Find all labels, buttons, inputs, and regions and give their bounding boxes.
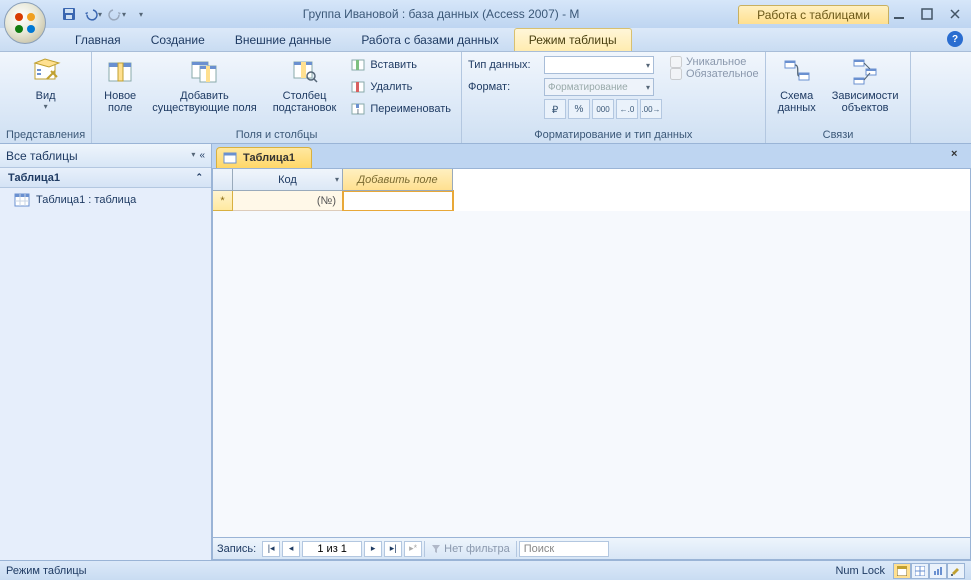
redo-icon[interactable]: ▾ — [106, 3, 128, 25]
status-numlock: Num Lock — [835, 565, 885, 577]
dropdown-icon: ▾ — [335, 175, 339, 184]
save-icon[interactable] — [58, 3, 80, 25]
rename-button[interactable]: I Переименовать — [346, 98, 455, 120]
svg-text:₽: ₽ — [552, 105, 559, 115]
add-existing-icon — [188, 56, 220, 88]
table-icon — [223, 151, 237, 165]
collapse-icon[interactable]: « — [199, 150, 205, 161]
prev-record-button[interactable]: ◂ — [282, 541, 300, 557]
document-tab-table1[interactable]: Таблица1 — [216, 147, 312, 168]
pivot-table-view-button[interactable] — [911, 563, 929, 579]
add-existing-fields-button[interactable]: Добавить существующие поля — [146, 54, 263, 116]
currency-format-button[interactable]: ₽ — [544, 99, 566, 119]
help-button[interactable]: ? — [947, 31, 963, 47]
context-tab-group-title: Работа с таблицами — [738, 5, 889, 24]
close-button[interactable] — [945, 6, 965, 22]
new-field-icon — [104, 56, 136, 88]
datatype-select[interactable]: ▾ — [544, 56, 654, 74]
status-mode: Режим таблицы — [6, 565, 87, 577]
record-position-input[interactable] — [302, 541, 362, 557]
increase-decimals-button[interactable]: ←.0 — [616, 99, 638, 119]
tab-home[interactable]: Главная — [60, 28, 136, 51]
close-document-button[interactable]: × — [951, 148, 965, 162]
decrease-decimals-button[interactable]: .00→ — [640, 99, 662, 119]
new-record-button[interactable]: ▸* — [404, 541, 422, 557]
insert-button[interactable]: Вставить — [346, 54, 455, 76]
ribbon-group-fields-columns: Новое поле Добавить существующие поля Ст… — [92, 52, 462, 143]
filter-indicator[interactable]: Нет фильтра — [424, 541, 517, 557]
navigation-pane: Все таблицы ▾« Таблица1 ⌃ Таблица1 : таб… — [0, 144, 212, 560]
nav-pane-header[interactable]: Все таблицы ▾« — [0, 144, 211, 168]
comma-format-button[interactable]: 000 — [592, 99, 614, 119]
new-record-row-selector[interactable]: * — [213, 191, 233, 211]
column-header-add-field[interactable]: Добавить поле — [343, 169, 453, 191]
cell-add-field-new[interactable] — [343, 191, 453, 211]
ribbon-group-views: Вид ▾ Представления — [0, 52, 92, 143]
format-select[interactable]: Форматирование▾ — [544, 78, 654, 96]
qat-customize-icon[interactable]: ▾ — [130, 3, 152, 25]
select-all-corner[interactable] — [213, 169, 233, 191]
collapse-group-icon: ⌃ — [195, 172, 203, 183]
record-navigator: Запись: |◂ ◂ ▸ ▸| ▸* Нет фильтра — [213, 537, 970, 559]
ribbon-group-datatype-formatting: Тип данных: ▾ Формат: Форматирование▾ ₽ … — [462, 52, 766, 143]
nav-group-header[interactable]: Таблица1 ⌃ — [0, 168, 211, 188]
view-button[interactable]: Вид ▾ — [24, 54, 68, 113]
last-record-button[interactable]: ▸| — [384, 541, 402, 557]
format-label: Формат: — [468, 81, 540, 93]
lookup-column-button[interactable]: Столбец подстановок — [267, 54, 343, 116]
tab-create[interactable]: Создание — [136, 28, 220, 51]
svg-text:I: I — [357, 109, 359, 116]
new-field-button[interactable]: Новое поле — [98, 54, 142, 116]
rename-icon: I — [350, 101, 366, 117]
cell-id-new[interactable]: (№) — [233, 191, 343, 211]
undo-icon[interactable]: ▾ — [82, 3, 104, 25]
dropdown-icon: ▾ — [44, 102, 48, 111]
office-button[interactable] — [4, 2, 46, 44]
object-dependencies-button[interactable]: Зависимости объектов — [826, 54, 905, 116]
design-view-button[interactable] — [947, 563, 965, 579]
search-input[interactable] — [519, 541, 609, 557]
relationships-icon — [781, 56, 813, 88]
dropdown-icon: ▾ — [191, 150, 195, 161]
unique-checkbox[interactable]: Уникальное — [670, 56, 759, 68]
minimize-button[interactable] — [889, 6, 909, 22]
datasheet-view-button[interactable] — [893, 563, 911, 579]
dependencies-icon — [849, 56, 881, 88]
maximize-button[interactable] — [917, 6, 937, 22]
view-icon — [30, 56, 62, 88]
percent-format-button[interactable]: % — [568, 99, 590, 119]
pivot-chart-view-button[interactable] — [929, 563, 947, 579]
tab-database-tools[interactable]: Работа с базами данных — [346, 28, 513, 51]
tab-external-data[interactable]: Внешние данные — [220, 28, 347, 51]
lookup-column-icon — [289, 56, 321, 88]
tab-datasheet[interactable]: Режим таблицы — [514, 28, 632, 51]
datatype-label: Тип данных: — [468, 59, 540, 71]
table-icon — [14, 192, 30, 208]
required-checkbox[interactable]: Обязательное — [670, 68, 759, 80]
datasheet-grid: Код▾ Добавить поле * (№) Запись: |◂ ◂ ▸ … — [212, 168, 971, 560]
next-record-button[interactable]: ▸ — [364, 541, 382, 557]
filter-icon — [431, 544, 441, 554]
window-title: Группа Ивановой : база данных (Access 20… — [152, 7, 730, 21]
insert-icon — [350, 57, 366, 73]
ribbon-group-relationships: Схема данных Зависимости объектов Связи — [766, 52, 912, 143]
column-header-id[interactable]: Код▾ — [233, 169, 343, 191]
delete-button[interactable]: Удалить — [346, 76, 455, 98]
first-record-button[interactable]: |◂ — [262, 541, 280, 557]
nav-item-table1[interactable]: Таблица1 : таблица — [0, 188, 211, 212]
delete-icon — [350, 79, 366, 95]
relationships-button[interactable]: Схема данных — [772, 54, 822, 116]
